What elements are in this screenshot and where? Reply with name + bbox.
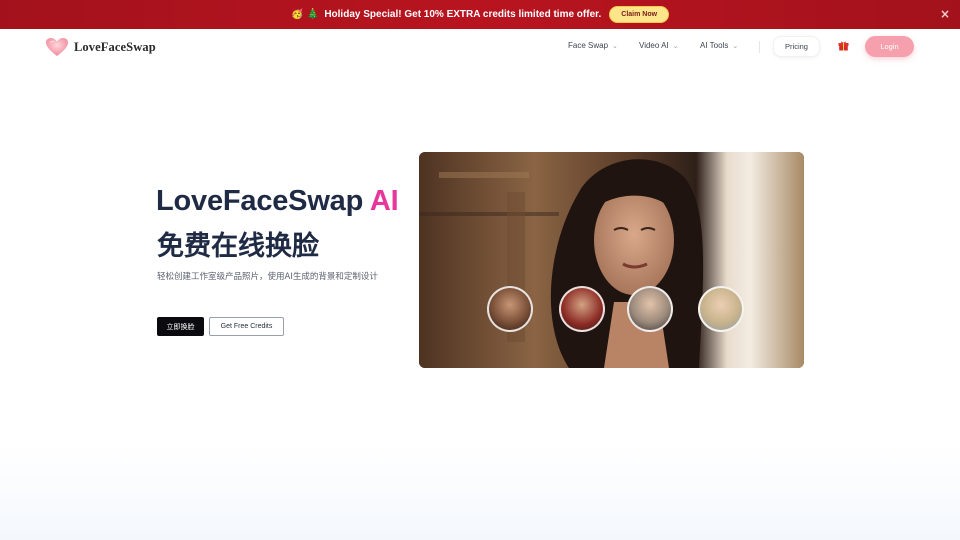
nav-ai-tools[interactable]: AI Tools ⌄	[700, 41, 738, 50]
hero-portrait-illustration	[419, 152, 804, 368]
face-swap-now-button[interactable]: 立即换脸	[157, 317, 204, 336]
gift-icon[interactable]	[838, 40, 849, 51]
hero-title: LoveFaceSwap AI	[156, 185, 399, 218]
hero-title-accent: AI	[369, 185, 399, 217]
claim-now-button[interactable]: Claim Now	[609, 6, 670, 23]
avatar-woman-2[interactable]	[698, 286, 744, 332]
nav-label: AI Tools	[700, 41, 729, 50]
avatar-old-man[interactable]	[627, 286, 673, 332]
site-header: LoveFaceSwap Face Swap ⌄ Video AI ⌄ AI T…	[0, 29, 960, 65]
heart-logo-icon	[46, 38, 68, 56]
get-free-credits-button[interactable]: Get Free Credits	[209, 317, 284, 336]
nav-label: Face Swap	[568, 41, 609, 50]
nav-label: Video AI	[639, 41, 669, 50]
hero-description: 轻松创建工作室级产品照片，使用AI生成的背景和定制设计	[157, 272, 378, 282]
promo-banner: 🥳 🎄 Holiday Special! Get 10% EXTRA credi…	[0, 0, 960, 29]
party-emoji-icon: 🥳 🎄	[290, 9, 320, 20]
hero-image	[419, 152, 804, 368]
logo[interactable]: LoveFaceSwap	[45, 37, 156, 57]
chevron-down-icon: ⌄	[672, 41, 679, 50]
avatar-man-1[interactable]	[559, 286, 605, 332]
pricing-button[interactable]: Pricing	[773, 36, 820, 57]
chevron-down-icon: ⌄	[612, 41, 618, 50]
avatar-woman-1[interactable]	[487, 286, 533, 332]
chevron-down-icon: ⌄	[732, 41, 739, 50]
promo-text: Holiday Special! Get 10% EXTRA credits l…	[324, 9, 602, 20]
close-icon[interactable]: ×	[940, 7, 950, 21]
hero-title-main: LoveFaceSwap	[156, 185, 364, 217]
logo-text: LoveFaceSwap	[74, 39, 156, 54]
hero-subtitle: 免费在线换脸	[157, 231, 319, 262]
nav-divider	[759, 41, 760, 53]
nav-video-ai[interactable]: Video AI ⌄	[639, 41, 679, 50]
nav-face-swap[interactable]: Face Swap ⌄	[568, 41, 618, 50]
login-button[interactable]: Login	[865, 36, 914, 57]
